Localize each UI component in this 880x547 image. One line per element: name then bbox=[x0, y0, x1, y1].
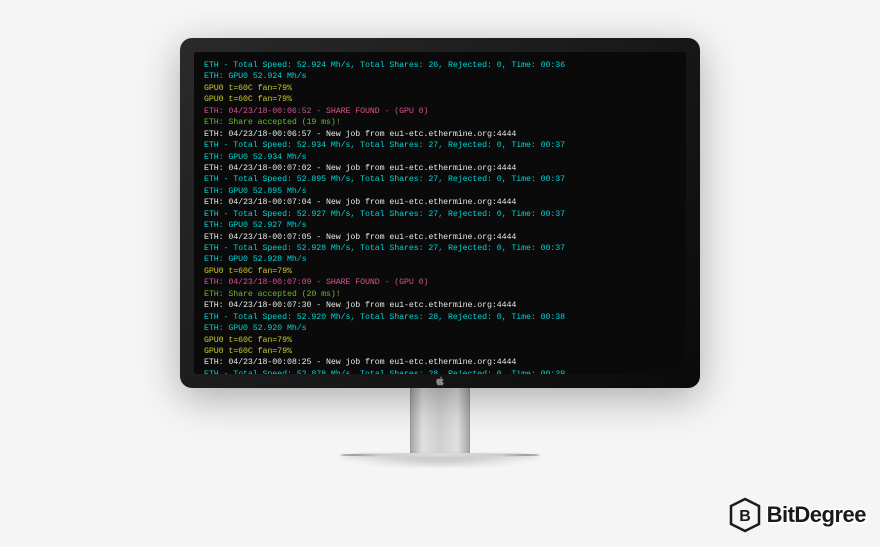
terminal-line: ETH: 04/23/18-00:06:57 - New job from eu… bbox=[204, 129, 676, 140]
terminal-line: ETH: 04/23/18-00:07:09 - SHARE FOUND - (… bbox=[204, 277, 676, 288]
terminal-line: ETH: 04/23/18-00:06:52 - SHARE FOUND - (… bbox=[204, 106, 676, 117]
terminal-line: ETH - Total Speed: 52.895 Mh/s, Total Sh… bbox=[204, 174, 676, 185]
terminal-screen: ETH - Total Speed: 52.924 Mh/s, Total Sh… bbox=[194, 52, 686, 374]
monitor-stand-base bbox=[340, 453, 540, 457]
terminal-line: ETH: GPU0 52.920 Mh/s bbox=[204, 323, 676, 334]
terminal-line: ETH - Total Speed: 52.927 Mh/s, Total Sh… bbox=[204, 209, 676, 220]
terminal-line: GPU0 t=60C fan=79% bbox=[204, 83, 676, 94]
terminal-line: ETH: Share accepted (19 ms)! bbox=[204, 117, 676, 128]
terminal-line: ETH: GPU0 52.924 Mh/s bbox=[204, 71, 676, 82]
terminal-line: ETH: Share accepted (20 ms)! bbox=[204, 289, 676, 300]
terminal-line: GPU0 t=60C fan=79% bbox=[204, 94, 676, 105]
terminal-line: ETH: 04/23/18-00:07:30 - New job from eu… bbox=[204, 300, 676, 311]
monitor-stand-neck bbox=[410, 388, 470, 453]
terminal-line: ETH: GPU0 52.895 Mh/s bbox=[204, 186, 676, 197]
watermark-text: BitDegree bbox=[767, 502, 866, 528]
terminal-line: ETH: GPU0 52.928 Mh/s bbox=[204, 254, 676, 265]
terminal-line: ETH: GPU0 52.927 Mh/s bbox=[204, 220, 676, 231]
terminal-line: ETH - Total Speed: 52.934 Mh/s, Total Sh… bbox=[204, 140, 676, 151]
svg-text:B: B bbox=[739, 508, 751, 525]
terminal-output: ETH - Total Speed: 52.924 Mh/s, Total Sh… bbox=[204, 60, 676, 374]
terminal-line: ETH - Total Speed: 52.878 Mh/s, Total Sh… bbox=[204, 369, 676, 374]
terminal-line: GPU0 t=60C fan=79% bbox=[204, 335, 676, 346]
monitor-frame: ETH - Total Speed: 52.924 Mh/s, Total Sh… bbox=[180, 38, 700, 457]
monitor-bezel: ETH - Total Speed: 52.924 Mh/s, Total Sh… bbox=[180, 38, 700, 388]
watermark: B BitDegree bbox=[729, 497, 866, 533]
terminal-line: ETH - Total Speed: 52.924 Mh/s, Total Sh… bbox=[204, 60, 676, 71]
terminal-line: ETH: 04/23/18-00:07:05 - New job from eu… bbox=[204, 232, 676, 243]
terminal-line: ETH - Total Speed: 52.920 Mh/s, Total Sh… bbox=[204, 312, 676, 323]
terminal-line: GPU0 t=60C fan=79% bbox=[204, 266, 676, 277]
terminal-line: ETH: 04/23/18-00:07:02 - New job from eu… bbox=[204, 163, 676, 174]
apple-logo-icon bbox=[434, 375, 446, 387]
terminal-line: ETH: GPU0 52.934 Mh/s bbox=[204, 152, 676, 163]
terminal-line: ETH - Total Speed: 52.928 Mh/s, Total Sh… bbox=[204, 243, 676, 254]
terminal-line: ETH: 04/23/18-00:08:25 - New job from eu… bbox=[204, 357, 676, 368]
terminal-line: ETH: 04/23/18-00:07:04 - New job from eu… bbox=[204, 197, 676, 208]
terminal-line: GPU0 t=60C fan=79% bbox=[204, 346, 676, 357]
bitdegree-logo-icon: B bbox=[729, 497, 761, 533]
